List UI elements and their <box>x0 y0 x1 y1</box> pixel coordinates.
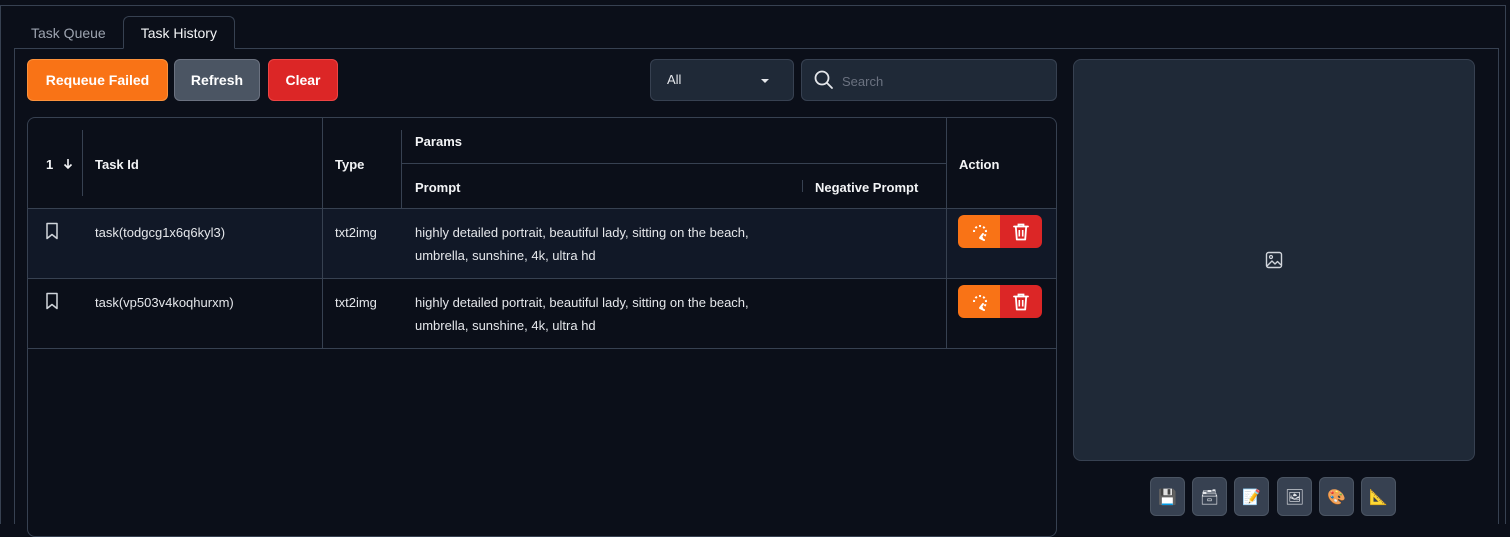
send-to-img2img-button[interactable]: 📝 <box>1234 477 1269 516</box>
save-button[interactable]: 💾 <box>1150 477 1185 516</box>
task-id-cell: task(todgcg1x6q6kyl3) <box>95 225 226 240</box>
prompt-cell: highly detailed portrait, beautiful lady… <box>415 291 749 337</box>
prompt-line: umbrella, sunshine, 4k, ultra hd <box>415 318 596 333</box>
column-index-label: 1 <box>46 157 54 172</box>
zip-button[interactable]: 🗃 <box>1192 477 1227 516</box>
arrow-down-icon <box>63 159 72 170</box>
task-history-table: 1 Task Id Type Params Prompt Negative Pr… <box>27 117 1057 537</box>
column-divider <box>946 279 947 349</box>
zip-icon: 🗃 <box>1199 488 1220 506</box>
trash-icon <box>1013 293 1029 310</box>
requeue-task-button[interactable] <box>958 215 1001 248</box>
type-cell: txt2img <box>335 225 377 240</box>
prompt-line: highly detailed portrait, beautiful lady… <box>415 295 749 310</box>
column-divider <box>322 279 323 349</box>
requeue-icon <box>972 224 987 241</box>
tab-bar: Task Queue Task History <box>14 16 235 49</box>
send-to-img2img-icon: 📝 <box>1242 488 1261 506</box>
table-header: 1 Task Id Type Params Prompt Negative Pr… <box>28 118 1056 209</box>
trash-icon <box>1013 223 1029 240</box>
table-row[interactable]: task(todgcg1x6q6kyl3) txt2img highly det… <box>28 209 1056 279</box>
chevron-down-icon <box>761 79 769 83</box>
send-to-extras-button[interactable]: 🎨 <box>1319 477 1354 516</box>
image-preview[interactable] <box>1073 59 1475 461</box>
prompt-cell: highly detailed portrait, beautiful lady… <box>415 221 749 267</box>
sort-index-header[interactable]: 1 <box>46 157 73 172</box>
search-box[interactable] <box>801 59 1057 101</box>
delete-task-button[interactable] <box>1000 285 1042 318</box>
bookmark-icon[interactable] <box>45 222 59 247</box>
table-row[interactable]: task(vp503v4koqhurxm) txt2img highly det… <box>28 279 1056 349</box>
column-action: Action <box>959 157 1000 172</box>
status-filter-value: All <box>667 72 682 87</box>
requeue-icon <box>972 294 987 311</box>
bookmark-icon[interactable] <box>45 292 59 317</box>
column-group-params: Params <box>415 134 462 149</box>
column-negative-prompt[interactable]: Negative Prompt <box>815 180 918 195</box>
refresh-button[interactable]: Refresh <box>174 59 260 101</box>
palette-icon: 🎨 <box>1327 488 1346 506</box>
requeue-failed-button[interactable]: Requeue Failed <box>27 59 168 101</box>
ruler-button[interactable]: 📐 <box>1361 477 1396 516</box>
status-filter-dropdown[interactable]: All <box>650 59 794 101</box>
header-divider <box>402 163 946 164</box>
save-icon: 💾 <box>1158 488 1177 506</box>
requeue-task-button[interactable] <box>958 285 1001 318</box>
column-prompt[interactable]: Prompt <box>415 180 461 195</box>
delete-task-button[interactable] <box>1000 215 1042 248</box>
type-cell: txt2img <box>335 295 377 310</box>
tab-task-queue[interactable]: Task Queue <box>14 17 123 49</box>
column-divider <box>946 118 947 209</box>
send-to-inpaint-button[interactable]: 🖼 <box>1277 477 1312 516</box>
clear-button[interactable]: Clear <box>268 59 338 101</box>
task-id-cell: task(vp503v4koqhurxm) <box>95 295 234 310</box>
ruler-icon: 📐 <box>1369 488 1388 506</box>
prompt-line: highly detailed portrait, beautiful lady… <box>415 225 749 240</box>
column-task-id[interactable]: Task Id <box>95 157 139 172</box>
search-input[interactable] <box>840 70 1044 92</box>
column-divider <box>322 118 323 209</box>
column-divider <box>802 180 803 192</box>
column-type[interactable]: Type <box>335 157 364 172</box>
tab-task-history[interactable]: Task History <box>122 16 235 49</box>
column-divider <box>82 130 83 196</box>
prompt-line: umbrella, sunshine, 4k, ultra hd <box>415 248 596 263</box>
column-divider <box>946 209 947 279</box>
column-divider <box>322 209 323 279</box>
send-to-inpaint-icon: 🖼 <box>1284 488 1305 506</box>
image-placeholder-icon <box>1265 251 1283 274</box>
column-divider <box>401 130 402 209</box>
search-icon <box>813 69 835 96</box>
